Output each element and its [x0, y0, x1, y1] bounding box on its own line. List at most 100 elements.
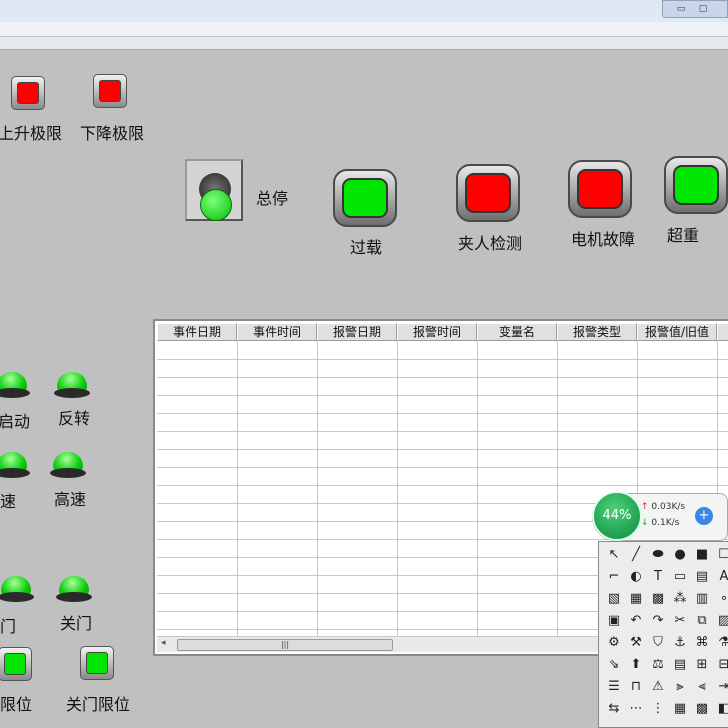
tool-icon[interactable]: ╱	[625, 544, 647, 566]
limit-down-lamp	[93, 74, 127, 108]
column-header[interactable]: 事件时间	[237, 323, 317, 341]
close-door-led	[56, 576, 92, 602]
tool-icon[interactable]: ▦	[669, 698, 691, 720]
table-row-line	[157, 431, 728, 432]
tool-icon[interactable]: ⛉	[647, 632, 669, 654]
close-door-label: 关门	[60, 614, 93, 633]
overload-lamp	[333, 169, 397, 227]
tool-icon[interactable]: ⋯	[625, 698, 647, 720]
tool-icon[interactable]: ✂	[669, 610, 691, 632]
tool-icon[interactable]: ⊓	[625, 676, 647, 698]
prestart-label: 预启动	[0, 412, 31, 431]
tool-icon[interactable]: ↖	[603, 544, 625, 566]
motor-fault-lamp	[568, 160, 632, 218]
scroll-left-icon[interactable]: ◂	[161, 638, 166, 648]
table-column-line	[237, 341, 238, 637]
drawing-tool-palette: ↖ ╱ ⬬ ● ■ ☐ ⌐ ◐ T ▭ ▤ A ▧ ▦ ▩ ⁂ ▥ ∘ ▣ ↶ ↷ ✂ ⧉ ▨ ⚙ ⚒ ⛉ ⚓ ⌘ ⚗ ⇘ ⬆ ⚖ ▤ ⊞ ⊟ ☰ ⊓ ⚠ ⫸…	[598, 541, 728, 728]
scroll-thumb[interactable]: |||	[177, 639, 393, 651]
table-column-line	[557, 341, 558, 637]
tool-icon[interactable]: ▦	[625, 588, 647, 610]
table-column-line	[397, 341, 398, 637]
menu-strip	[0, 22, 728, 37]
tool-icon[interactable]: ⧉	[691, 610, 713, 632]
high-speed-label: 高速	[54, 490, 87, 509]
tool-icon[interactable]: ⚠	[647, 676, 669, 698]
tool-icon[interactable]: ▤	[669, 654, 691, 676]
tool-icon[interactable]: ▩	[647, 588, 669, 610]
column-header[interactable]: 报警类型	[557, 323, 637, 341]
motor-fault-label: 电机故障	[571, 230, 636, 249]
open-door-label: 开门	[0, 617, 17, 636]
close-door-limit-label: 关门限位	[66, 695, 131, 714]
cpu-usage-badge[interactable]: 44%	[592, 491, 642, 541]
tool-icon[interactable]: ↶	[625, 610, 647, 632]
tool-icon[interactable]: T	[647, 566, 669, 588]
door-limit-lamp	[0, 647, 32, 681]
tool-grid: ↖ ╱ ⬬ ● ■ ☐ ⌐ ◐ T ▭ ▤ A ▧ ▦ ▩ ⁂ ▥ ∘ ▣ ↶ ↷ ✂ ⧉ ▨ ⚙ ⚒ ⛉ ⚓ ⌘ ⚗ ⇘ ⬆ ⚖ ▤ ⊞ ⊟ ☰ ⊓ ⚠ ⫸…	[603, 544, 728, 720]
tool-icon[interactable]: ◧	[713, 698, 728, 720]
reverse-led	[54, 372, 90, 398]
table-row-line	[157, 359, 728, 360]
tool-icon[interactable]: ⇘	[603, 654, 625, 676]
open-door-led	[0, 576, 34, 602]
column-header[interactable]: 报警时间	[397, 323, 477, 341]
upload-speed: ↑ 0.03K/s	[641, 502, 686, 512]
tool-icon[interactable]: ⁂	[669, 588, 691, 610]
tool-icon[interactable]: ⌐	[603, 566, 625, 588]
maximize-button[interactable]: ▢	[695, 3, 711, 15]
column-header[interactable]: 事件日期	[157, 323, 237, 341]
tool-icon[interactable]: ▣	[603, 610, 625, 632]
limit-up-label: 上升极限	[0, 124, 63, 143]
tool-icon[interactable]: ⬬	[647, 544, 669, 566]
tool-icon[interactable]: ⚗	[713, 632, 728, 654]
tool-icon[interactable]: ⚙	[603, 632, 625, 654]
tool-icon[interactable]: ⫷	[691, 676, 713, 698]
tool-icon[interactable]: ●	[669, 544, 691, 566]
overweight-lamp	[664, 156, 728, 214]
tool-icon[interactable]: ⇆	[603, 698, 625, 720]
download-speed: ↓ 0.1K/s	[641, 518, 680, 528]
tool-icon[interactable]: ▨	[713, 610, 728, 632]
tool-icon[interactable]: ▩	[691, 698, 713, 720]
column-header[interactable]: 报警值/旧值	[637, 323, 717, 341]
tool-icon[interactable]: ⊟	[713, 654, 728, 676]
emergency-stop-switch[interactable]	[185, 159, 243, 221]
tool-icon[interactable]: ▧	[603, 588, 625, 610]
tool-icon[interactable]: ▤	[691, 566, 713, 588]
tool-icon[interactable]: ⊞	[691, 654, 713, 676]
tool-icon[interactable]: ▭	[669, 566, 691, 588]
tool-icon[interactable]: ∘	[713, 588, 728, 610]
tool-icon[interactable]: ↷	[647, 610, 669, 632]
minimize-button[interactable]: ▭	[673, 3, 689, 15]
add-icon[interactable]: +	[695, 507, 713, 525]
tool-icon[interactable]: ⇥	[713, 676, 728, 698]
tool-icon[interactable]: ⬆	[625, 654, 647, 676]
table-header: 事件日期 事件时间 报警日期 报警时间 变量名 报警类型 报警值/旧值 恢	[157, 323, 728, 341]
tool-icon[interactable]: ⚖	[647, 654, 669, 676]
table-row-line	[157, 413, 728, 414]
tool-icon[interactable]: ⫸	[669, 676, 691, 698]
tool-icon[interactable]: ▥	[691, 588, 713, 610]
column-header[interactable]: 恢	[717, 323, 728, 341]
column-header[interactable]: 变量名	[477, 323, 557, 341]
tool-icon[interactable]: ⌘	[691, 632, 713, 654]
table-row-line	[157, 449, 728, 450]
tool-icon[interactable]: ☐	[713, 544, 728, 566]
overweight-label: 超重	[667, 226, 700, 245]
tool-icon[interactable]: ◐	[625, 566, 647, 588]
pinch-detect-label: 夹人检测	[458, 234, 523, 253]
low-speed-led	[0, 452, 30, 478]
tool-icon[interactable]: ⚓	[669, 632, 691, 654]
tool-icon[interactable]: ⋮	[647, 698, 669, 720]
tool-icon[interactable]: ⚒	[625, 632, 647, 654]
tool-icon[interactable]: ☰	[603, 676, 625, 698]
table-row-line	[157, 485, 728, 486]
tool-icon[interactable]: ■	[691, 544, 713, 566]
low-speed-label: 低速	[0, 492, 17, 511]
column-header[interactable]: 报警日期	[317, 323, 397, 341]
reverse-label: 反转	[58, 409, 91, 428]
title-bar	[0, 0, 728, 22]
door-limit-label: 门限位	[0, 695, 33, 714]
tool-icon[interactable]: A	[713, 566, 728, 588]
table-column-line	[317, 341, 318, 637]
